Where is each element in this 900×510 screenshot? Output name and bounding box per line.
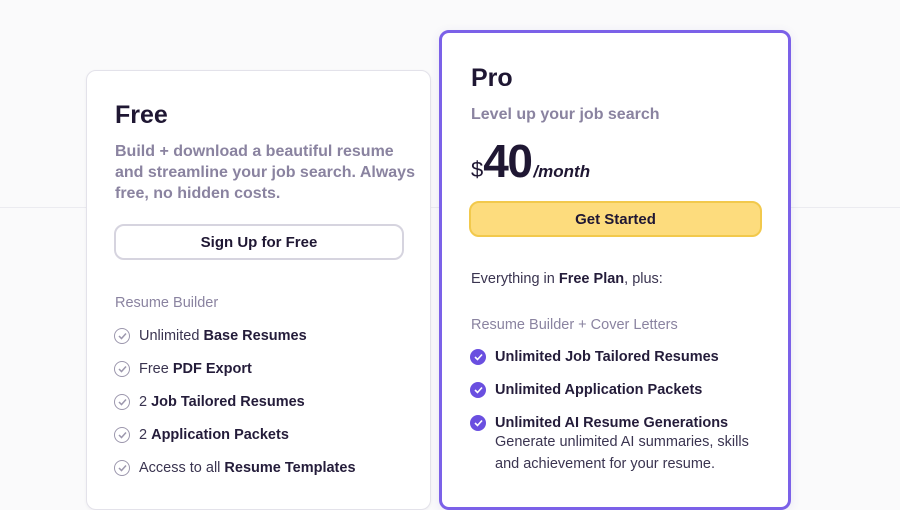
section-label: Resume Builder bbox=[115, 295, 219, 311]
section-label: Resume Builder + Cover Letters bbox=[471, 317, 678, 333]
feature-item: 2 Application Packets bbox=[114, 427, 289, 443]
sign-up-free-button[interactable]: Sign Up for Free bbox=[114, 224, 404, 260]
plan-includes-line: Everything in Free Plan, plus: bbox=[471, 271, 663, 287]
price-period: /month bbox=[533, 162, 591, 181]
feature-item: Unlimited Job Tailored Resumes bbox=[470, 349, 719, 365]
feature-item: 2 Job Tailored Resumes bbox=[114, 394, 305, 410]
plan-subtitle: Level up your job search bbox=[471, 106, 660, 123]
check-circle-outline-icon bbox=[114, 328, 130, 344]
get-started-button[interactable]: Get Started bbox=[469, 201, 762, 237]
price-amount: 40 bbox=[483, 135, 533, 187]
feature-item: Unlimited Application Packets bbox=[470, 382, 702, 398]
feature-item: Unlimited AI Resume Generations Generate… bbox=[470, 415, 760, 475]
feature-item: Unlimited Base Resumes bbox=[114, 328, 307, 344]
feature-item: Free PDF Export bbox=[114, 361, 252, 377]
plan-price: $ 40 /month bbox=[471, 134, 590, 188]
check-circle-outline-icon bbox=[114, 394, 130, 410]
feature-item: Access to all Resume Templates bbox=[114, 460, 356, 476]
check-circle-outline-icon bbox=[114, 361, 130, 377]
feature-label: Unlimited AI Resume Generations bbox=[495, 415, 729, 431]
check-circle-filled-icon bbox=[470, 415, 486, 431]
check-circle-outline-icon bbox=[114, 427, 130, 443]
plan-title: Pro bbox=[471, 64, 513, 92]
price-currency: $ bbox=[471, 157, 484, 182]
free-plan-card: Free Build + download a beautiful resume… bbox=[86, 70, 431, 510]
check-circle-filled-icon bbox=[470, 349, 486, 365]
check-circle-outline-icon bbox=[114, 460, 130, 476]
pro-plan-card: Pro Level up your job search $ 40 /month… bbox=[439, 30, 791, 510]
feature-description: Generate unlimited AI summaries, skills … bbox=[495, 434, 749, 472]
check-circle-filled-icon bbox=[470, 382, 486, 398]
plan-title: Free bbox=[115, 101, 168, 129]
plan-description: Build + download a beautiful resume and … bbox=[115, 143, 415, 202]
